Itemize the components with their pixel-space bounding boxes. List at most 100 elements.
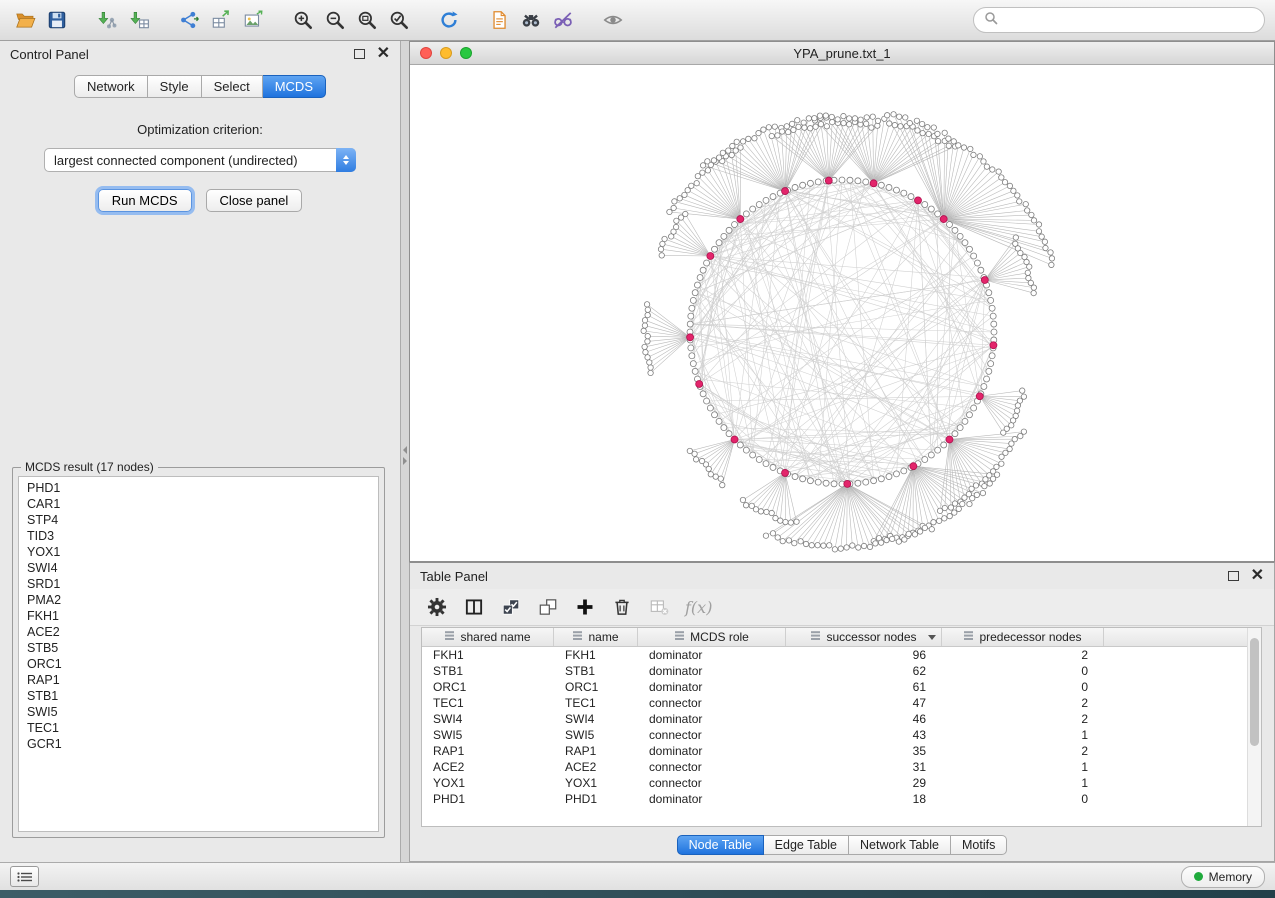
table-cell: 47 bbox=[786, 695, 942, 711]
search-input[interactable] bbox=[1004, 12, 1254, 29]
function-builder-icon[interactable]: f(x) bbox=[685, 596, 712, 618]
mcds-result-item[interactable]: PMA2 bbox=[19, 592, 378, 608]
mcds-result-item[interactable]: ACE2 bbox=[19, 624, 378, 640]
zoom-selected-icon[interactable] bbox=[384, 5, 414, 35]
table-row[interactable]: ORC1ORC1dominator610 bbox=[422, 679, 1261, 695]
panel-menu-button[interactable] bbox=[10, 866, 39, 887]
columns-icon[interactable] bbox=[463, 596, 485, 618]
table-cell: 2 bbox=[942, 647, 1104, 663]
refresh-layout-icon[interactable] bbox=[434, 5, 464, 35]
tab-motifs[interactable]: Motifs bbox=[951, 835, 1007, 855]
tab-network[interactable]: Network bbox=[74, 75, 148, 98]
mcds-result-item[interactable]: STB5 bbox=[19, 640, 378, 656]
mcds-result-item[interactable]: STP4 bbox=[19, 512, 378, 528]
table-cell: 29 bbox=[786, 775, 942, 791]
table-row[interactable]: YOX1YOX1connector291 bbox=[422, 775, 1261, 791]
memory-status-icon bbox=[1194, 872, 1203, 881]
table-row[interactable]: SWI5SWI5connector431 bbox=[422, 727, 1261, 743]
zoom-out-icon[interactable] bbox=[320, 5, 350, 35]
table-row[interactable]: RAP1RAP1dominator352 bbox=[422, 743, 1261, 759]
mcds-result-list[interactable]: PHD1CAR1STP4TID3YOX1SWI4SRD1PMA2FKH1ACE2… bbox=[18, 476, 379, 832]
mcds-result-item[interactable]: ORC1 bbox=[19, 656, 378, 672]
column-header-predecessor-nodes[interactable]: predecessor nodes bbox=[942, 628, 1104, 646]
network-canvas[interactable] bbox=[410, 64, 1274, 561]
search-box[interactable] bbox=[973, 7, 1265, 33]
minimize-window-icon[interactable] bbox=[440, 47, 452, 59]
copy-document-icon[interactable] bbox=[484, 5, 514, 35]
mcds-result-item[interactable]: STB1 bbox=[19, 688, 378, 704]
column-header-successor-nodes[interactable]: successor nodes bbox=[786, 628, 942, 646]
splitter-collapse-icons[interactable] bbox=[401, 446, 409, 465]
mcds-result-item[interactable]: YOX1 bbox=[19, 544, 378, 560]
show-details-icon[interactable] bbox=[598, 5, 628, 35]
column-header-name[interactable]: name bbox=[554, 628, 638, 646]
tab-style[interactable]: Style bbox=[148, 75, 202, 98]
column-header-filler bbox=[1104, 628, 1261, 646]
table-disabled-icon[interactable] bbox=[648, 596, 670, 618]
delete-row-icon[interactable] bbox=[611, 596, 633, 618]
close-panel-icon[interactable]: ✕ bbox=[377, 47, 390, 61]
float-table-panel-icon[interactable] bbox=[1228, 571, 1239, 581]
save-session-icon[interactable] bbox=[42, 5, 72, 35]
float-window-icon[interactable] bbox=[354, 49, 365, 59]
add-row-icon[interactable] bbox=[574, 596, 596, 618]
table-row[interactable]: FKH1FKH1dominator962 bbox=[422, 647, 1261, 663]
import-network-icon[interactable] bbox=[92, 5, 122, 35]
open-session-icon[interactable] bbox=[10, 5, 40, 35]
export-network-icon[interactable] bbox=[174, 5, 204, 35]
export-image-icon[interactable] bbox=[238, 5, 268, 35]
table-cell: 2 bbox=[942, 711, 1104, 727]
criterion-dropdown[interactable]: largest connected component (undirected) bbox=[44, 148, 356, 172]
table-cell: ORC1 bbox=[554, 679, 638, 695]
import-table-icon[interactable] bbox=[124, 5, 154, 35]
mcds-result-item[interactable]: GCR1 bbox=[19, 736, 378, 752]
search-network-icon[interactable] bbox=[516, 5, 546, 35]
network-window-titlebar[interactable]: YPA_prune.txt_1 bbox=[410, 42, 1274, 65]
memory-button[interactable]: Memory bbox=[1181, 866, 1265, 888]
tab-network-table[interactable]: Network Table bbox=[849, 835, 951, 855]
run-mcds-button[interactable]: Run MCDS bbox=[98, 189, 192, 212]
table-row[interactable]: SWI4SWI4dominator462 bbox=[422, 711, 1261, 727]
close-table-panel-icon[interactable]: ✕ bbox=[1251, 569, 1264, 583]
maximize-window-icon[interactable] bbox=[460, 47, 472, 59]
close-window-icon[interactable] bbox=[420, 47, 432, 59]
column-header-shared-name[interactable]: shared name bbox=[422, 628, 554, 646]
zoom-fit-icon[interactable] bbox=[352, 5, 382, 35]
node-table: shared namenameMCDS rolesuccessor nodesp… bbox=[421, 627, 1262, 827]
control-panel-title: Control Panel bbox=[10, 47, 89, 62]
table-row[interactable]: TEC1TEC1connector472 bbox=[422, 695, 1261, 711]
table-cell: 46 bbox=[786, 711, 942, 727]
mcds-result-item[interactable]: CAR1 bbox=[19, 496, 378, 512]
deselect-all-checkbox-icon[interactable] bbox=[537, 596, 559, 618]
mcds-result-item[interactable]: RAP1 bbox=[19, 672, 378, 688]
mcds-result-item[interactable]: SRD1 bbox=[19, 576, 378, 592]
table-cell: YOX1 bbox=[422, 775, 554, 791]
hide-details-icon[interactable] bbox=[548, 5, 578, 35]
vertical-splitter[interactable] bbox=[401, 41, 409, 862]
scrollbar-thumb[interactable] bbox=[1250, 638, 1259, 746]
table-row[interactable]: PHD1PHD1dominator180 bbox=[422, 791, 1261, 807]
mcds-result-item[interactable]: SWI5 bbox=[19, 704, 378, 720]
export-table-icon[interactable] bbox=[206, 5, 236, 35]
table-row[interactable]: STB1STB1dominator620 bbox=[422, 663, 1261, 679]
table-row[interactable]: ACE2ACE2connector311 bbox=[422, 759, 1261, 775]
zoom-in-icon[interactable] bbox=[288, 5, 318, 35]
mcds-result-item[interactable]: FKH1 bbox=[19, 608, 378, 624]
select-all-checkbox-icon[interactable] bbox=[500, 596, 522, 618]
column-header-MCDS-role[interactable]: MCDS role bbox=[638, 628, 786, 646]
mcds-result-item[interactable]: SWI4 bbox=[19, 560, 378, 576]
table-scrollbar[interactable] bbox=[1247, 628, 1261, 826]
close-panel-button[interactable]: Close panel bbox=[206, 189, 303, 212]
tab-edge-table[interactable]: Edge Table bbox=[764, 835, 849, 855]
tab-mcds[interactable]: MCDS bbox=[263, 75, 326, 98]
table-cell: connector bbox=[638, 775, 786, 791]
mcds-result-item[interactable]: TID3 bbox=[19, 528, 378, 544]
tab-select[interactable]: Select bbox=[202, 75, 263, 98]
tab-node-table[interactable]: Node Table bbox=[677, 835, 764, 855]
mcds-result-item[interactable]: TEC1 bbox=[19, 720, 378, 736]
mcds-result-item[interactable]: PHD1 bbox=[19, 480, 378, 496]
settings-gear-icon[interactable] bbox=[426, 596, 448, 618]
column-menu-arrow-icon[interactable] bbox=[928, 635, 936, 640]
table-cell: 1 bbox=[942, 727, 1104, 743]
table-cell: 0 bbox=[942, 663, 1104, 679]
